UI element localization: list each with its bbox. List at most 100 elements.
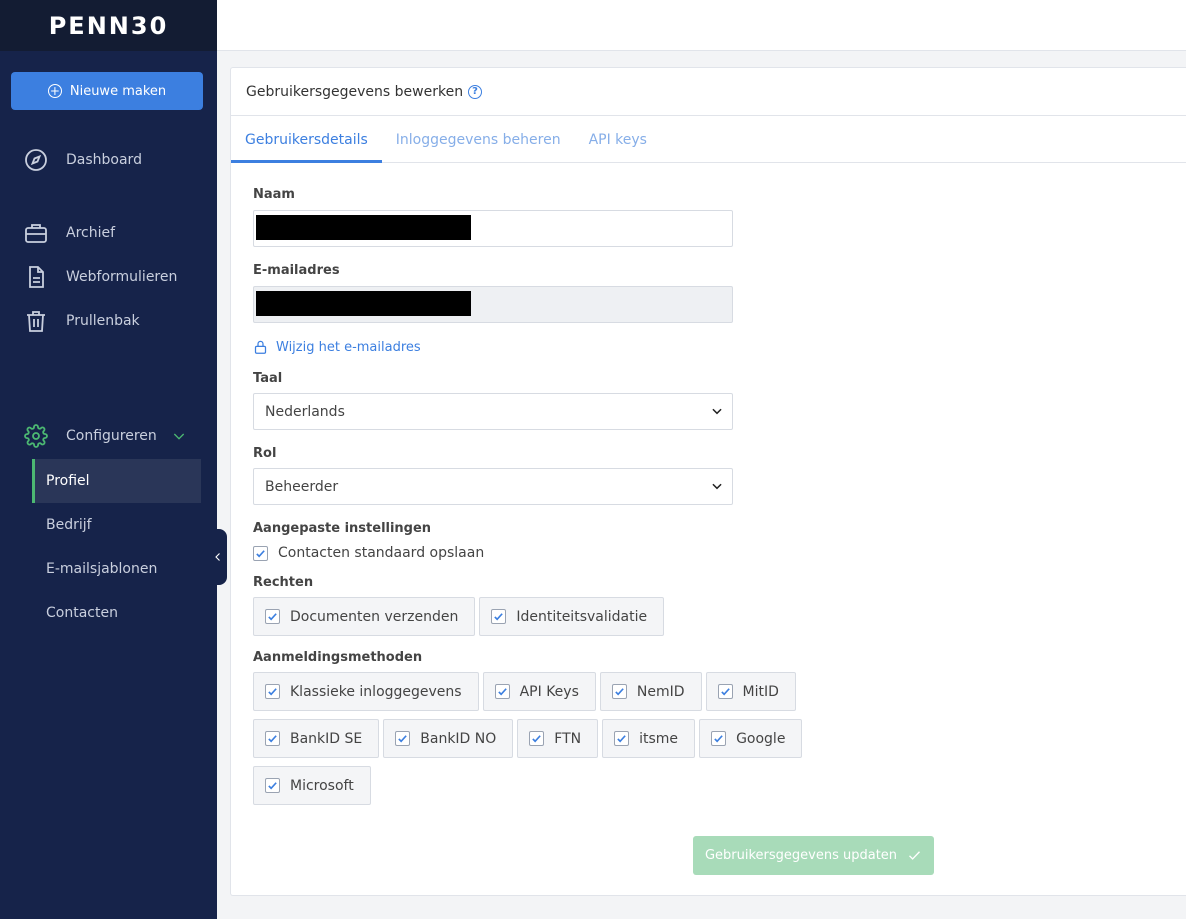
sidebar-collapse-button[interactable]: [208, 529, 227, 585]
login-method-nemid[interactable]: NemID: [599, 672, 702, 711]
tab-inloggegevens[interactable]: Inloggegevens beheren: [382, 116, 575, 163]
save-contacts-checkbox[interactable]: Contacten standaard opslaan: [253, 545, 953, 561]
checkbox-checked[interactable]: [253, 545, 268, 561]
role-label: Rol: [253, 446, 277, 461]
login-method-classic[interactable]: Klassieke inloggegevens: [253, 672, 479, 711]
role-select[interactable]: Beheerder: [253, 468, 733, 505]
login-methods-row-3: Microsoft: [253, 766, 953, 805]
login-method-label: Google: [736, 730, 786, 747]
redacted-value: [256, 215, 471, 240]
checkbox-checked[interactable]: [717, 684, 733, 699]
logo-bar: PENN30: [0, 0, 217, 51]
sidebar-item-label: Webformulieren: [66, 269, 178, 285]
checkmark-icon: [497, 688, 507, 696]
lock-icon: [254, 340, 267, 354]
checkmark-icon: [398, 735, 408, 743]
checkbox-checked[interactable]: [529, 731, 545, 746]
checkmark-icon: [720, 688, 730, 696]
sidebar-item-label: Contacten: [46, 605, 118, 621]
checkmark-icon: [909, 851, 921, 860]
login-methods-label: Aanmeldingsmethoden: [253, 650, 423, 665]
login-method-itsme[interactable]: itsme: [602, 719, 696, 758]
checkmark-icon: [268, 688, 277, 696]
sidebar-item-label: E-mailsjablonen: [46, 561, 158, 577]
right-send-documents[interactable]: Documenten verzenden: [253, 597, 476, 636]
sidebar-item-configureren[interactable]: Configureren: [24, 424, 187, 448]
trash-icon: [27, 311, 45, 332]
tab-label: Gebruikersdetails: [245, 131, 368, 148]
tab-label: Inloggegevens beheren: [395, 131, 561, 148]
login-method-label: NemID: [636, 683, 685, 700]
login-method-google[interactable]: Google: [699, 719, 803, 758]
tab-label: API keys: [588, 131, 647, 148]
login-method-api-keys[interactable]: API Keys: [482, 672, 596, 711]
sidebar: PENN30 + Nieuwe maken Dashboard Archief …: [0, 0, 217, 919]
login-method-bankid-se[interactable]: BankID SE: [253, 719, 380, 758]
sidebar-item-webformulieren[interactable]: Webformulieren: [24, 265, 177, 289]
checkbox-checked[interactable]: [265, 609, 280, 624]
checkmark-icon: [615, 688, 624, 696]
custom-settings-label: Aangepaste instellingen: [253, 521, 432, 536]
sidebar-subitem-profiel[interactable]: Profiel: [32, 459, 201, 503]
checkbox-checked[interactable]: [265, 684, 280, 699]
sidebar-subitem-bedrijf[interactable]: Bedrijf: [32, 503, 201, 547]
redacted-value: [256, 291, 471, 316]
save-contacts-label: Contacten standaard opslaan: [278, 545, 485, 561]
checkbox-checked[interactable]: [491, 609, 507, 624]
login-method-label: FTN: [554, 730, 582, 747]
checkbox-checked[interactable]: [614, 731, 630, 746]
sidebar-subitem-emailsjablonen[interactable]: E-mailsjablonen: [32, 547, 201, 591]
checkbox-checked[interactable]: [265, 778, 280, 793]
tab-gebruikersdetails[interactable]: Gebruikersdetails: [231, 116, 382, 163]
document-icon: [29, 266, 44, 288]
checkbox-checked[interactable]: [611, 684, 627, 699]
checkmark-icon: [532, 735, 542, 743]
tab-api-keys[interactable]: API keys: [575, 116, 661, 163]
sidebar-item-archief[interactable]: Archief: [24, 221, 115, 245]
new-button-label: Nieuwe maken: [69, 83, 167, 99]
sidebar-item-label: Profiel: [46, 473, 90, 489]
change-email-link[interactable]: Wijzig het e-mailadres: [253, 339, 953, 355]
login-method-mitid[interactable]: MitID: [705, 672, 796, 711]
chevron-down-icon: [712, 483, 722, 490]
login-method-label: MitID: [742, 683, 779, 700]
checkmark-icon: [268, 735, 277, 743]
page-title: Gebruikersgegevens bewerken: [246, 83, 464, 100]
checkbox-checked[interactable]: [265, 731, 280, 746]
sidebar-subitem-contacten[interactable]: Contacten: [32, 591, 201, 635]
sidebar-item-label: Prullenbak: [66, 313, 140, 329]
brand-logo[interactable]: PENN30: [49, 12, 169, 40]
sidebar-item-dashboard[interactable]: Dashboard: [24, 148, 142, 172]
compass-icon: [25, 149, 47, 171]
checkmark-icon: [256, 549, 265, 557]
new-button[interactable]: + Nieuwe maken: [11, 72, 203, 110]
right-identity-validation[interactable]: Identiteitsvalidatie: [479, 597, 665, 636]
checkmark-icon: [494, 613, 504, 621]
checkmark-icon: [714, 735, 723, 743]
email-field: [253, 286, 733, 323]
login-method-label: Klassieke inloggegevens: [290, 683, 462, 700]
update-user-button[interactable]: Gebruikersgegevens updaten: [693, 836, 934, 875]
rights-row: Documenten verzenden Identiteitsvalidati…: [253, 597, 953, 636]
user-form: Naam E-mailadres Wijzig het e-mailadres …: [253, 184, 953, 813]
right-label: Documenten verzenden: [290, 608, 459, 625]
login-method-microsoft[interactable]: Microsoft: [253, 766, 371, 805]
help-icon[interactable]: ?: [468, 84, 483, 99]
checkbox-checked[interactable]: [494, 684, 510, 699]
checkbox-checked[interactable]: [711, 731, 727, 746]
sidebar-item-label: Archief: [66, 225, 116, 241]
name-input[interactable]: [253, 210, 733, 247]
sidebar-item-prullenbak[interactable]: Prullenbak: [24, 309, 140, 333]
login-method-ftn[interactable]: FTN: [517, 719, 599, 758]
plus-circle-icon: +: [47, 84, 62, 98]
sidebar-item-label: Configureren: [66, 428, 157, 444]
tab-bar: Gebruikersdetails Inloggegevens beheren …: [231, 116, 1186, 163]
role-value: Beheerder: [265, 478, 339, 495]
checkbox-checked[interactable]: [395, 731, 411, 746]
card-header: Gebruikersgegevens bewerken ?: [231, 68, 1186, 116]
login-method-bankid-no[interactable]: BankID NO: [383, 719, 514, 758]
chevron-down-icon: [712, 408, 722, 415]
chevron-left-icon: [214, 553, 220, 561]
language-select[interactable]: Nederlands: [253, 393, 733, 430]
login-methods-row-1: Klassieke inloggegevens API Keys NemID M…: [253, 672, 953, 711]
